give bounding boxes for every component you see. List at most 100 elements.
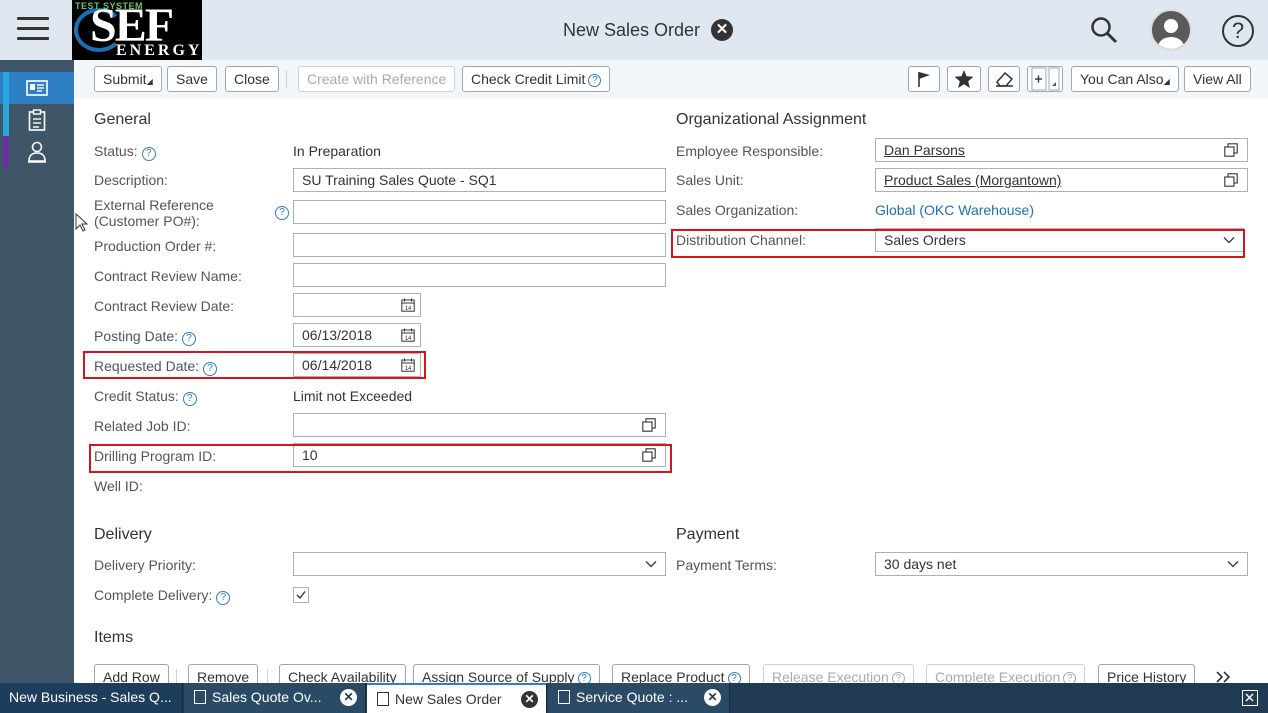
checkmark-icon [296,591,306,600]
contract-review-date-label: Contract Review Date: [94,298,235,314]
flag-button[interactable] [908,66,940,92]
add-button[interactable] [1027,66,1063,92]
employee-responsible-label: Employee Responsible: [676,143,824,159]
posting-date-label-text: Posting Date: [94,328,179,344]
calendar-icon[interactable]: 14 [401,298,415,312]
sales-organization-label: Sales Organization: [676,202,799,218]
svg-text:14: 14 [405,306,412,312]
check-credit-limit-button[interactable]: Check Credit Limit? [462,66,611,92]
related-job-field[interactable] [293,413,666,437]
eraser-icon [996,71,1014,87]
value-help-icon[interactable] [1224,173,1238,187]
tab-sales-quote-overview[interactable]: Sales Quote Ov... ✕ [184,683,366,713]
rail-item-tasks[interactable] [0,104,74,136]
chevron-down-icon[interactable] [1223,234,1235,246]
well-id-label: Well ID: [94,478,143,494]
value-help-icon[interactable] [642,448,656,462]
production-order-field[interactable] [293,233,666,257]
help-icon[interactable]: ? [182,392,197,406]
tab-new-business[interactable]: New Business - Sales Q... [0,683,183,713]
action-toolbar: Submit◢ Save Close Create with Reference… [74,60,1268,98]
sales-unit-label: Sales Unit: [676,172,744,188]
close-button[interactable]: Close [225,66,279,92]
payment-terms-label: Payment Terms: [676,557,777,573]
requested-date-field[interactable]: 06/14/2018 14 [293,353,421,377]
close-icon[interactable]: ✕ [521,691,538,708]
close-all-tabs-icon[interactable] [1242,690,1258,706]
submenu-arrow-icon: ◢ [146,77,153,86]
external-reference-label-line1: External Reference [94,197,214,213]
org-section-title: Organizational Assignment [676,111,867,128]
toolbar-separator [286,70,287,88]
drilling-program-field[interactable]: 10 [293,443,666,467]
contract-review-date-field[interactable]: 14 [293,293,421,317]
status-label-text: Status: [94,143,138,159]
clipboard-icon [28,109,46,131]
favorite-button[interactable] [947,66,981,92]
requested-date-label: Requested Date:? [94,358,218,376]
delivery-priority-select[interactable] [293,552,666,576]
related-job-label: Related Job ID: [94,418,191,434]
external-reference-field[interactable] [293,200,666,224]
clear-button[interactable] [988,66,1020,92]
submit-button[interactable]: Submit◢ [94,66,162,92]
rail-item-overview[interactable] [0,72,74,104]
sales-unit-field[interactable]: Product Sales (Morgantown) [875,168,1248,192]
close-icon[interactable]: ✕ [704,689,721,706]
you-can-also-button[interactable]: You Can Also◢ [1071,66,1179,92]
external-reference-label: External Reference (Customer PO#): [94,197,214,229]
help-icon[interactable]: ? [182,332,197,346]
posting-date-value: 06/13/2018 [302,327,373,343]
complete-delivery-checkbox[interactable] [293,587,309,603]
calendar-icon[interactable]: 14 [401,328,415,342]
rail-bar [3,136,9,168]
close-icon[interactable]: ✕ [340,689,357,706]
avatar[interactable] [1150,9,1192,51]
sales-unit-value[interactable]: Product Sales (Morgantown) [884,172,1061,188]
search-icon[interactable] [1090,16,1118,44]
employee-responsible-value[interactable]: Dan Parsons [884,142,965,158]
view-all-button[interactable]: View All [1184,66,1251,92]
posting-date-label: Posting Date:? [94,328,197,346]
tab-service-quote[interactable]: Service Quote : ... ✕ [548,683,730,713]
page-title-wrap: New Sales Order ✕ [563,18,734,42]
help-icon[interactable]: ? [1222,15,1254,47]
company-logo[interactable]: SEF TEST SYSTEM ENERGY [72,0,202,60]
sales-organization-link[interactable]: Global (OKC Warehouse) [875,202,1034,218]
menu-icon[interactable] [17,17,49,43]
shell-header: SEF TEST SYSTEM ENERGY New Sales Order ✕… [0,0,1268,60]
create-with-reference-button[interactable]: Create with Reference [298,66,456,92]
rail-bar [3,104,9,136]
chevron-down-icon[interactable] [1227,558,1239,570]
payment-terms-select[interactable]: 30 days net [875,552,1248,576]
tab-label: Service Quote : ... [576,689,689,705]
help-icon[interactable]: ? [141,147,156,161]
left-navigation-rail [0,60,74,683]
help-icon[interactable]: ? [216,591,231,605]
document-icon [558,690,570,704]
help-icon: ? [588,74,602,87]
close-icon[interactable]: ✕ [711,19,734,41]
save-button[interactable]: Save [167,66,217,92]
tab-new-sales-order[interactable]: New Sales Order ✕ [367,683,547,713]
help-icon[interactable]: ? [203,362,218,376]
credit-status-value: Limit not Exceeded [293,388,413,404]
distribution-channel-select[interactable]: Sales Orders [875,228,1244,252]
flag-icon [918,72,930,87]
delivery-section-title: Delivery [94,526,152,543]
help-icon[interactable]: ? [275,206,289,220]
you-can-also-label: You Can Also [1080,71,1164,87]
credit-status-label: Credit Status:? [94,388,197,406]
chevron-down-icon[interactable] [645,558,657,570]
employee-responsible-field[interactable]: Dan Parsons [875,138,1248,162]
rail-item-contacts[interactable] [0,136,74,168]
description-field[interactable]: SU Training Sales Quote - SQ1 [293,168,666,192]
submit-label: Submit [103,71,147,87]
value-help-icon[interactable] [642,418,656,432]
posting-date-field[interactable]: 06/13/2018 14 [293,323,421,347]
general-section-title: General [94,111,151,128]
contract-review-name-field[interactable] [293,263,666,287]
logo-test-text: TEST SYSTEM [75,1,144,11]
calendar-icon[interactable]: 14 [401,358,415,372]
value-help-icon[interactable] [1224,143,1238,157]
